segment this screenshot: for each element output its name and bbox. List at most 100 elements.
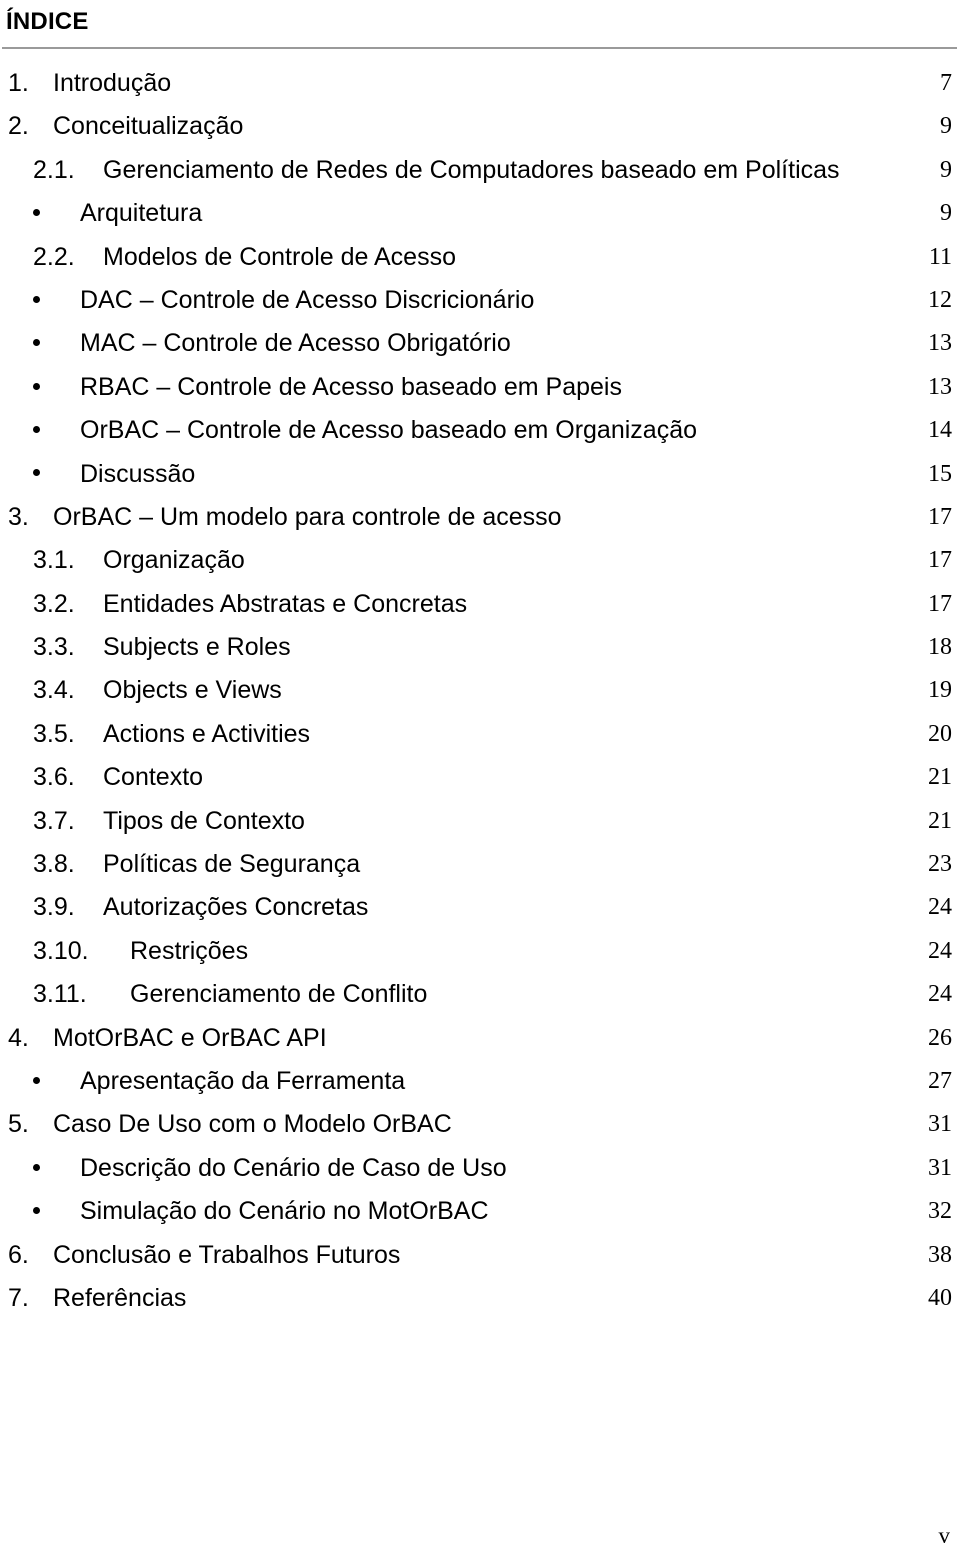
toc-entry[interactable]: 3.3. Subjects e Roles 18 (0, 626, 960, 669)
toc-entry-page-number: 31 (928, 1111, 952, 1138)
toc-entry-number: 3.2. (33, 589, 75, 618)
toc-entry[interactable]: 6. Conclusão e Trabalhos Futuros 38 (0, 1234, 960, 1277)
toc-entry-label: OrBAC – Um modelo para controle de acess… (53, 502, 562, 531)
toc-entry-label: Conceitualização (53, 112, 244, 141)
toc-entry-number: 1. (8, 69, 29, 97)
toc-entry[interactable]: 3.8. Políticas de Segurança 23 (0, 843, 960, 886)
bullet-dot-icon (33, 426, 40, 434)
toc-entry[interactable]: 5. Caso De Uso com o Modelo OrBAC 31 (0, 1103, 960, 1146)
bullet-icon (33, 453, 40, 496)
toc-entry-number: 3. (8, 502, 29, 531)
toc-entry-label: Gerenciamento de Conflito (130, 980, 428, 1009)
toc-entry-page-number: 27 (928, 1067, 952, 1094)
toc-entry-page-number: 20 (928, 720, 952, 747)
bullet-icon (33, 1190, 40, 1233)
toc-entry[interactable]: 1. Introdução 7 (0, 62, 960, 105)
toc-entry-page-number: 15 (928, 460, 952, 487)
toc-entry-page-number: 24 (928, 937, 952, 964)
toc-entry[interactable]: RBAC – Controle de Acesso baseado em Pap… (0, 366, 960, 409)
toc-entry[interactable]: 3.4. Objects e Views 19 (0, 669, 960, 712)
toc-entry[interactable]: 3.9. Autorizações Concretas 24 (0, 886, 960, 929)
bullet-icon (33, 366, 40, 409)
toc-entry-number: 2. (8, 112, 29, 141)
toc-entry-number: 3.9. (33, 893, 75, 922)
toc-entry[interactable]: Simulação do Cenário no MotOrBAC 32 (0, 1190, 960, 1233)
toc-entry-label: Organização (103, 546, 245, 575)
toc-entry[interactable]: 2. Conceitualização 9 (0, 105, 960, 148)
toc-entry[interactable]: Arquitetura 9 (0, 192, 960, 235)
toc-entry[interactable]: 3.7. Tipos de Contexto 21 (0, 800, 960, 843)
toc-entry-label: Apresentação da Ferramenta (80, 1066, 406, 1095)
toc-entry-page-number: 32 (928, 1198, 952, 1225)
toc-entry-number: 3.5. (33, 719, 75, 748)
toc-entry-page-number: 26 (928, 1024, 952, 1051)
toc-entry-page-number: 24 (928, 894, 952, 921)
bullet-icon (33, 1060, 40, 1103)
page-title: ÍNDICE (6, 0, 89, 37)
toc-entry-label: RBAC – Controle de Acesso baseado em Pap… (80, 372, 622, 401)
toc-entry-page-number: 17 (928, 503, 952, 530)
toc-entry[interactable]: Apresentação da Ferramenta 27 (0, 1060, 960, 1103)
bullet-dot-icon (33, 339, 40, 347)
toc-entry-number: 3.8. (33, 850, 75, 879)
toc-entry-page-number: 9 (940, 200, 952, 227)
toc-entry[interactable]: MAC – Controle de Acesso Obrigatório 13 (0, 322, 960, 365)
bullet-icon (33, 322, 40, 365)
toc-entry[interactable]: 3.5. Actions e Activities 20 (0, 713, 960, 756)
toc-entry-number: 2.2. (33, 242, 75, 271)
toc-entry-number: 5. (8, 1110, 29, 1139)
toc-entry-number: 3.1. (33, 546, 75, 575)
toc-entry-number: 3.3. (33, 633, 75, 662)
bullet-dot-icon (33, 382, 40, 390)
toc-entry[interactable]: 4. MotOrBAC e OrBAC API 26 (0, 1017, 960, 1060)
toc-entry-label: Referências (53, 1283, 187, 1312)
toc-entry-number: 4. (8, 1023, 29, 1052)
toc-entry-label: Políticas de Segurança (103, 850, 361, 879)
toc-entry[interactable]: 3.11. Gerenciamento de Conflito 24 (0, 973, 960, 1016)
toc-entry-page-number: 21 (928, 807, 952, 834)
footer-page-number: v (938, 1523, 951, 1548)
toc-entry[interactable]: 3.6. Contexto 21 (0, 756, 960, 799)
toc-entry[interactable]: 3.1. Organização 17 (0, 539, 960, 582)
toc-entry-page-number: 18 (928, 634, 952, 661)
toc-entry[interactable]: 3.10. Restrições 24 (0, 930, 960, 973)
toc-entry-label: Modelos de Controle de Acesso (103, 242, 456, 271)
bullet-icon (33, 409, 40, 452)
toc-entry[interactable]: 2.2. Modelos de Controle de Acesso 11 (0, 236, 960, 279)
toc-entry-number: 3.4. (33, 676, 75, 705)
toc-entry-page-number: 17 (928, 590, 952, 617)
toc-entry-page-number: 38 (928, 1241, 952, 1268)
toc-entry-page-number: 19 (928, 677, 952, 704)
toc-entry[interactable]: Descrição do Cenário de Caso de Uso 31 (0, 1147, 960, 1190)
toc-entry-page-number: 40 (928, 1284, 952, 1311)
toc-entry-page-number: 13 (928, 330, 952, 357)
toc-entry-page-number: 12 (928, 286, 952, 313)
toc-entry[interactable]: OrBAC – Controle de Acesso baseado em Or… (0, 409, 960, 452)
bullet-dot-icon (33, 1076, 40, 1084)
toc-entry-label: Entidades Abstratas e Concretas (103, 589, 468, 618)
toc-entry-label: Tipos de Contexto (103, 806, 305, 835)
toc-entry[interactable]: Discussão 15 (0, 453, 960, 496)
bullet-dot-icon (33, 1163, 40, 1171)
toc-entry-page-number: 24 (928, 981, 952, 1008)
toc-entry-label: OrBAC – Controle de Acesso baseado em Or… (80, 416, 698, 445)
toc-entry-label: Introdução (53, 69, 172, 97)
toc-entry-label: Autorizações Concretas (103, 893, 369, 922)
document-page: ÍNDICE 1. Introdução 7 2. Conceitualização 9 2… (0, 0, 960, 1563)
toc-entry[interactable]: 7. Referências 40 (0, 1277, 960, 1320)
toc-entry-number: 2.1. (33, 155, 75, 184)
bullet-dot-icon (33, 209, 40, 217)
toc-entry-label: Simulação do Cenário no MotOrBAC (80, 1197, 489, 1226)
toc-entry-number: 3.7. (33, 806, 75, 835)
bullet-icon (33, 1147, 40, 1190)
table-of-contents: 1. Introdução 7 2. Conceitualização 9 2.1. Gere… (0, 62, 960, 1320)
toc-entry-page-number: 7 (940, 70, 952, 96)
toc-entry-label: Conclusão e Trabalhos Futuros (53, 1240, 401, 1269)
toc-entry[interactable]: 3. OrBAC – Um modelo para controle de ace… (0, 496, 960, 539)
toc-entry[interactable]: 3.2. Entidades Abstratas e Concretas 17 (0, 583, 960, 626)
toc-entry-label: Contexto (103, 763, 204, 792)
toc-entry[interactable]: 2.1. Gerenciamento de Redes de Computador… (0, 149, 960, 192)
toc-entry-label: Gerenciamento de Redes de Computadores b… (103, 155, 840, 184)
toc-entry-label: MAC – Controle de Acesso Obrigatório (80, 329, 511, 358)
toc-entry[interactable]: DAC – Controle de Acesso Discricionário 1… (0, 279, 960, 322)
